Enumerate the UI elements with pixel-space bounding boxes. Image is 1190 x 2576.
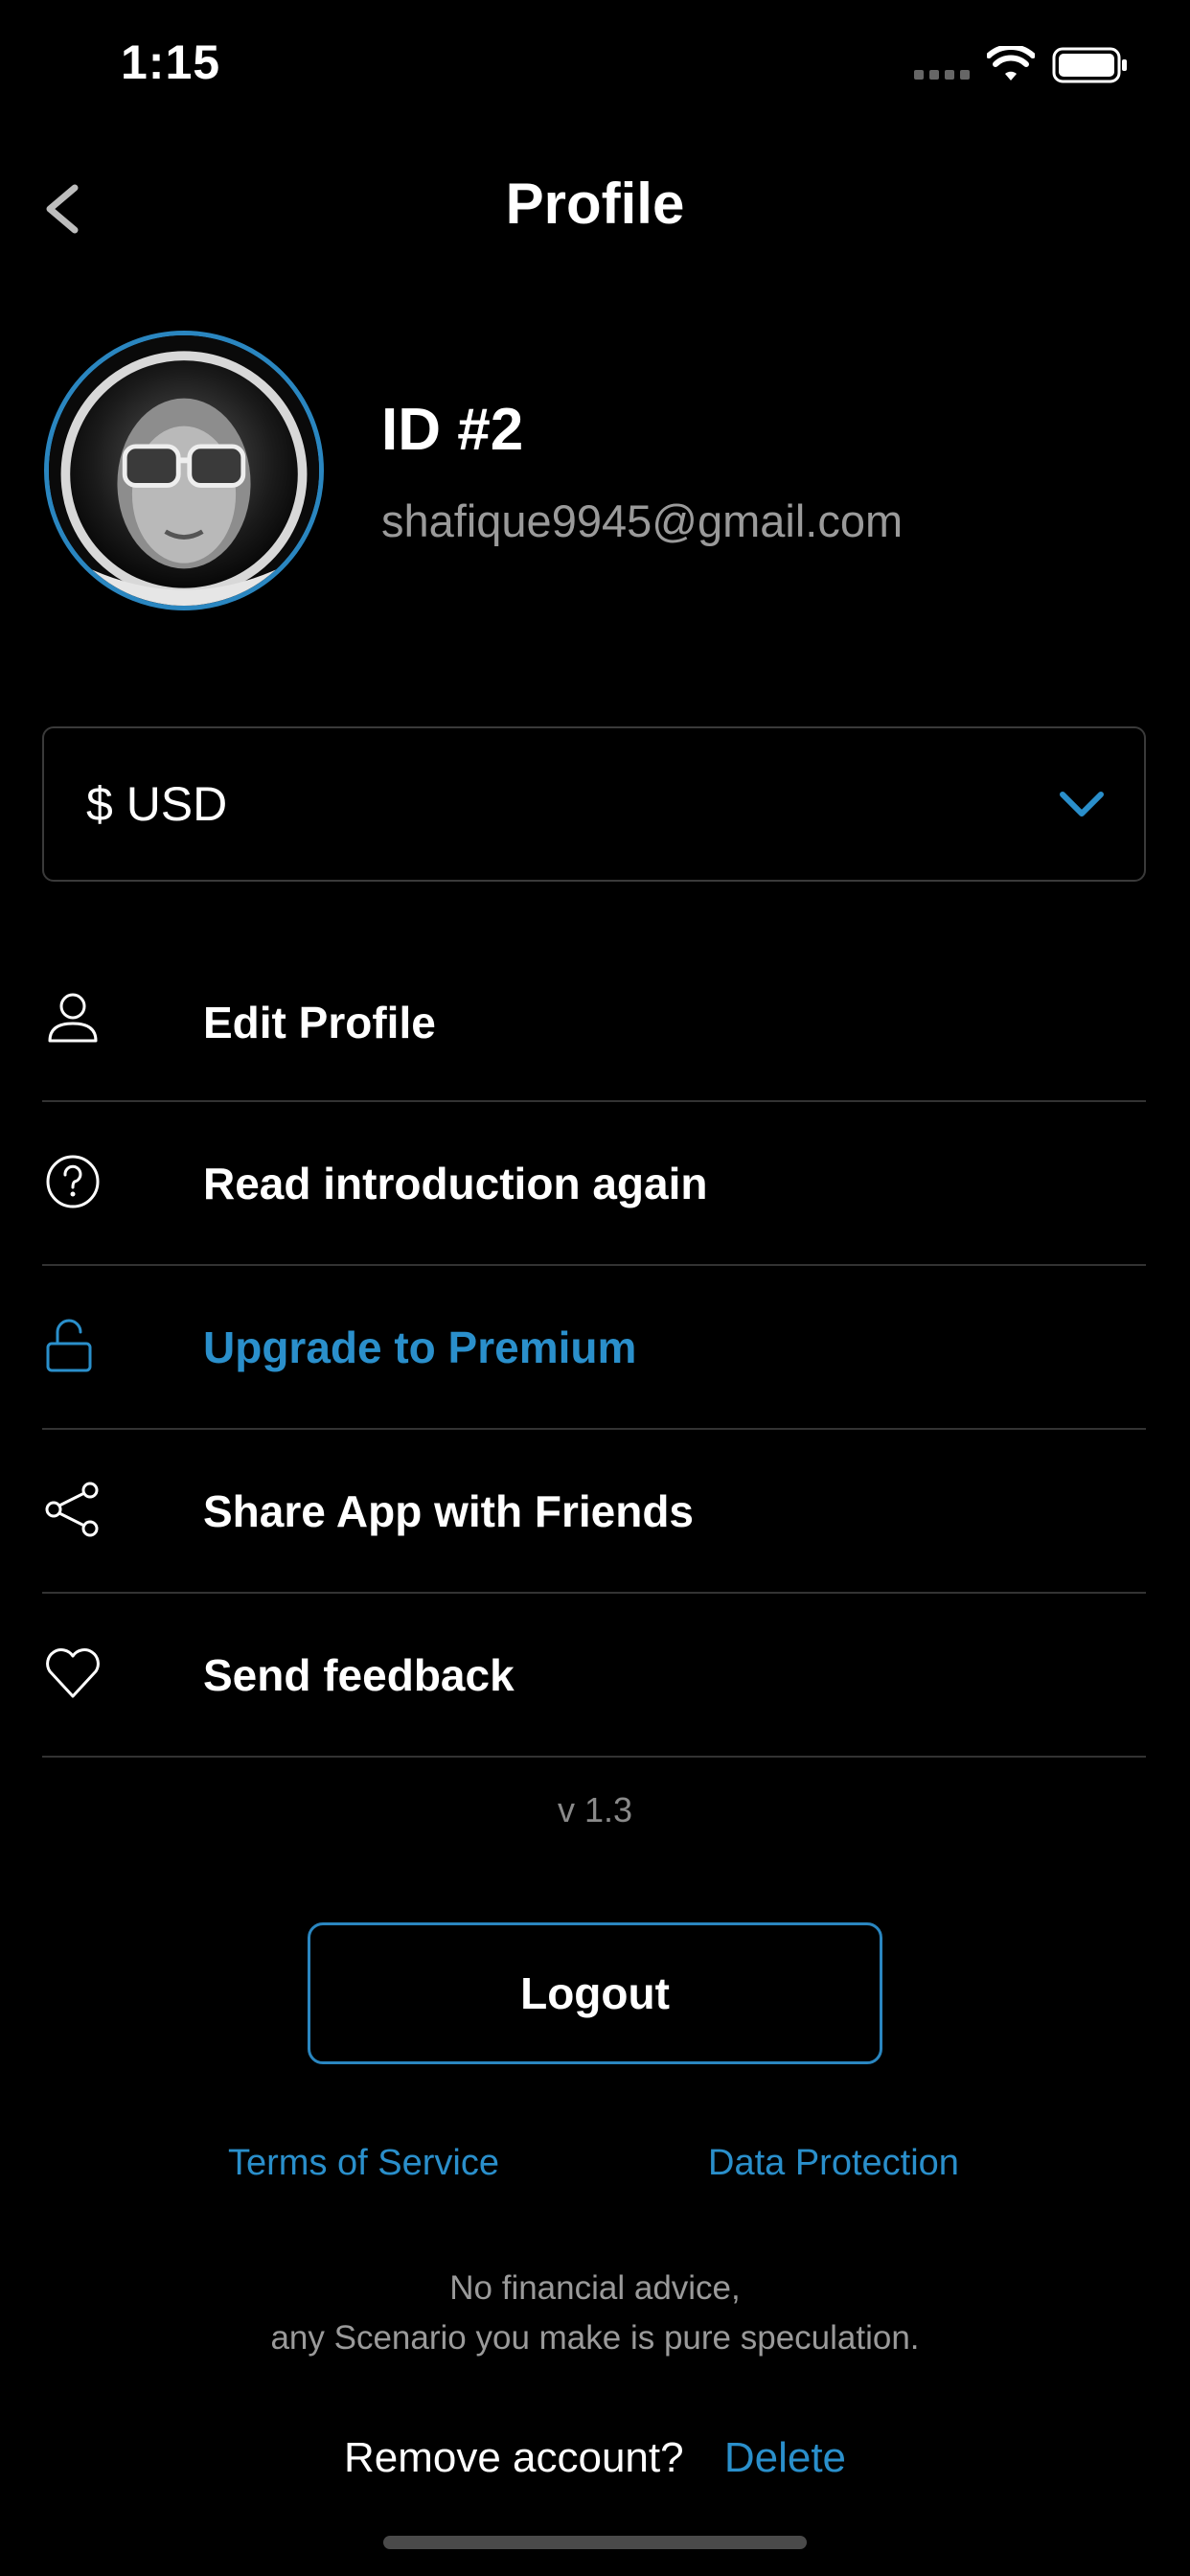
page-title: Profile — [505, 172, 685, 236]
delete-account-link[interactable]: Delete — [724, 2434, 846, 2481]
profile-email: shafique9945@gmail.com — [381, 495, 904, 546]
avatar — [44, 331, 324, 610]
app-version: v 1.3 — [557, 1790, 633, 1829]
menu-item-label: Send feedback — [203, 1650, 515, 1700]
terms-of-service-link[interactable]: Terms of Service — [228, 2143, 499, 2184]
unlock-icon — [46, 1319, 92, 1372]
disclaimer-line-1: No financial advice, — [449, 2269, 741, 2307]
disclaimer-line-2: any Scenario you make is pure speculatio… — [270, 2319, 920, 2357]
menu-item-label: Read introduction again — [203, 1159, 708, 1208]
chevron-down-icon — [1060, 792, 1104, 816]
home-indicator — [383, 2536, 807, 2549]
user-icon — [48, 993, 98, 1043]
currency-select[interactable]: $ USD — [42, 726, 1146, 882]
status-time: 1:15 — [121, 35, 221, 89]
logout-button[interactable]: Logout — [308, 1922, 882, 2064]
remove-account-label: Remove account? — [343, 2434, 684, 2481]
status-bar: 1:15 — [0, 0, 1190, 134]
battery-icon — [1052, 47, 1127, 83]
menu-item-edit-profile[interactable]: Edit Profile — [42, 958, 1146, 1102]
menu-item-label: Share App with Friends — [203, 1486, 695, 1536]
menu-item-label: Upgrade to Premium — [203, 1322, 637, 1372]
currency-value: $ USD — [86, 777, 228, 831]
disclaimer: No financial advice, any Scenario you ma… — [0, 2264, 1190, 2363]
heart-icon — [46, 1648, 100, 1698]
data-protection-link[interactable]: Data Protection — [708, 2143, 959, 2184]
menu-item-label: Edit Profile — [203, 998, 436, 1047]
wifi-icon — [987, 46, 1035, 80]
menu-item-share-app[interactable]: Share App with Friends — [42, 1430, 1146, 1594]
question-circle-icon — [46, 1155, 100, 1208]
menu-list: Edit Profile Read introduction again Upg… — [42, 958, 1146, 1758]
remove-account-row: Remove account? Delete — [0, 2434, 1190, 2482]
profile-id: ID #2 — [381, 397, 524, 463]
menu-item-read-introduction[interactable]: Read introduction again — [42, 1102, 1146, 1266]
cellular-signal-icon — [914, 70, 970, 80]
menu-item-upgrade-premium[interactable]: Upgrade to Premium — [42, 1266, 1146, 1430]
menu-item-send-feedback[interactable]: Send feedback — [42, 1594, 1146, 1758]
share-icon — [45, 1482, 99, 1537]
